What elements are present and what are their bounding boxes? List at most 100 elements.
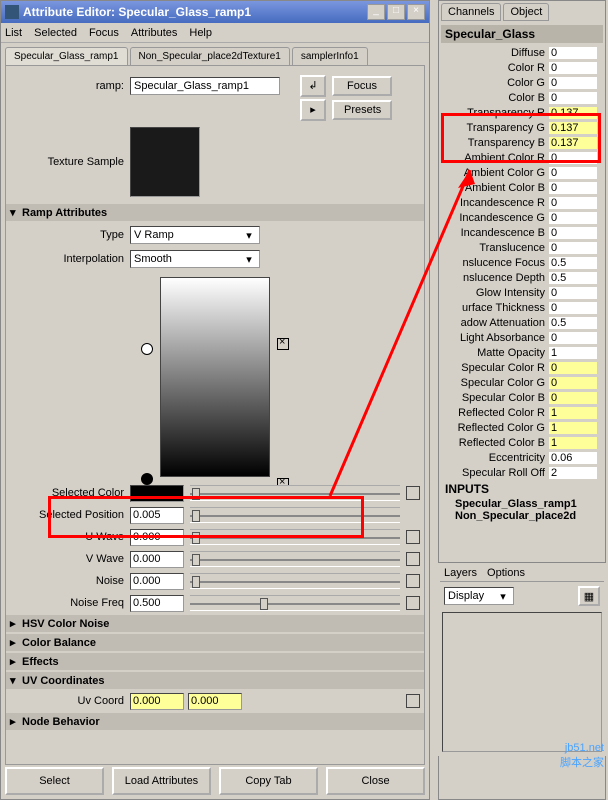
menu-selected[interactable]: Selected (34, 27, 77, 39)
channel-value[interactable]: 0.137 (549, 107, 597, 119)
tab-place2d[interactable]: Non_Specular_place2dTexture1 (130, 47, 290, 65)
map-button[interactable] (406, 552, 420, 566)
vwave-slider[interactable] (190, 551, 400, 567)
selected-color-swatch[interactable] (130, 485, 184, 502)
map-button[interactable] (406, 486, 420, 500)
ramp-label: ramp: (10, 80, 130, 92)
channel-value[interactable]: 0 (549, 62, 597, 74)
channel-value[interactable]: 0 (549, 152, 597, 164)
menu-help[interactable]: Help (189, 27, 212, 39)
channel-value[interactable]: 2 (549, 467, 597, 479)
maximize-button[interactable]: □ (387, 4, 405, 20)
menu-attributes[interactable]: Attributes (131, 27, 177, 39)
minimize-button[interactable]: _ (367, 4, 385, 20)
channel-value[interactable]: 0 (549, 302, 597, 314)
channel-value[interactable]: 0 (549, 92, 597, 104)
channel-value[interactable]: 0 (549, 167, 597, 179)
selected-color-slider[interactable] (190, 485, 400, 501)
options-tab[interactable]: Options (487, 567, 525, 579)
tab-sampler[interactable]: samplerInfo1 (292, 47, 368, 65)
uwave-slider[interactable] (190, 529, 400, 545)
go-input-icon[interactable]: ↲ (300, 75, 326, 97)
channel-value[interactable]: 0 (549, 392, 597, 404)
channel-value[interactable]: 0 (549, 212, 597, 224)
channel-value[interactable]: 0 (549, 197, 597, 209)
layers-list[interactable] (442, 612, 602, 752)
menu-list[interactable]: List (5, 27, 22, 39)
ramp-attributes-header[interactable]: ▾Ramp Attributes (6, 204, 424, 221)
interpolation-dropdown[interactable]: Smooth▾ (130, 250, 260, 268)
presets-button[interactable]: Presets (332, 100, 392, 120)
ramp-handle-circle-bottom[interactable] (141, 473, 153, 485)
ramp-handle-delete-icon[interactable] (277, 338, 289, 350)
copy-tab-button[interactable]: Copy Tab (219, 767, 318, 795)
channel-node-header[interactable]: Specular_Glass (441, 25, 603, 43)
ramp-name-field[interactable] (130, 77, 280, 95)
uvcoord-label: Uv Coord (10, 695, 130, 707)
focus-button[interactable]: Focus (332, 76, 392, 96)
channel-value[interactable]: 0 (549, 362, 597, 374)
noisefreq-slider[interactable] (190, 595, 400, 611)
channel-value[interactable]: 1 (549, 422, 597, 434)
uwave-field[interactable] (130, 529, 184, 546)
selected-position-label: Selected Position (10, 509, 130, 521)
channel-row: nslucence Depth0.5 (439, 270, 605, 285)
channel-value[interactable]: 0.137 (549, 137, 597, 149)
display-dropdown[interactable]: Display▾ (444, 587, 514, 605)
channel-value[interactable]: 0 (549, 287, 597, 299)
input-node-2[interactable]: Non_Specular_place2d (439, 510, 605, 522)
channel-label: adow Attenuation (439, 317, 549, 329)
load-attributes-button[interactable]: Load Attributes (112, 767, 211, 795)
channel-value[interactable]: 0 (549, 227, 597, 239)
map-button[interactable] (406, 530, 420, 544)
channel-value[interactable]: 0.5 (549, 317, 597, 329)
channel-value[interactable]: 0 (549, 377, 597, 389)
layers-tab[interactable]: Layers (444, 567, 477, 579)
hsv-noise-header[interactable]: ▸HSV Color Noise (6, 615, 424, 632)
titlebar[interactable]: Attribute Editor: Specular_Glass_ramp1 _… (1, 1, 429, 23)
channel-value[interactable]: 0.06 (549, 452, 597, 464)
noise-slider[interactable] (190, 573, 400, 589)
channel-value[interactable]: 1 (549, 437, 597, 449)
map-button[interactable] (406, 694, 420, 708)
map-button[interactable] (406, 574, 420, 588)
channel-value[interactable]: 1 (549, 347, 597, 359)
channel-label: Translucence (439, 242, 549, 254)
channel-value[interactable]: 0 (549, 77, 597, 89)
channel-value[interactable]: 0 (549, 182, 597, 194)
channel-value[interactable]: 0 (549, 332, 597, 344)
noise-field[interactable] (130, 573, 184, 590)
ramp-handle-circle[interactable] (141, 343, 153, 355)
channel-value[interactable]: 0.5 (549, 257, 597, 269)
new-layer-icon[interactable]: ▦ (578, 586, 600, 606)
channel-value[interactable]: 0 (549, 242, 597, 254)
uv-coordinates-header[interactable]: ▾UV Coordinates (6, 672, 424, 689)
ramp-gradient[interactable] (160, 277, 270, 477)
noisefreq-field[interactable] (130, 595, 184, 612)
menu-focus[interactable]: Focus (89, 27, 119, 39)
channel-label: Transparency R (439, 107, 549, 119)
select-button[interactable]: Select (5, 767, 104, 795)
close-button[interactable]: × (407, 4, 425, 20)
input-node-1[interactable]: Specular_Glass_ramp1 (439, 498, 605, 510)
node-behavior-header[interactable]: ▸Node Behavior (6, 713, 424, 730)
texture-sample-swatch[interactable] (130, 127, 200, 197)
type-dropdown[interactable]: V Ramp▾ (130, 226, 260, 244)
close-editor-button[interactable]: Close (326, 767, 425, 795)
channel-value[interactable]: 1 (549, 407, 597, 419)
object-tab[interactable]: Object (503, 3, 549, 21)
selected-position-field[interactable] (130, 507, 184, 524)
channels-tab[interactable]: Channels (441, 3, 501, 21)
uvcoord-u-field[interactable] (130, 693, 184, 710)
vwave-field[interactable] (130, 551, 184, 568)
map-button[interactable] (406, 596, 420, 610)
effects-header[interactable]: ▸Effects (6, 653, 424, 670)
tab-ramp1[interactable]: Specular_Glass_ramp1 (5, 47, 128, 65)
color-balance-header[interactable]: ▸Color Balance (6, 634, 424, 651)
channel-value[interactable]: 0.137 (549, 122, 597, 134)
uvcoord-v-field[interactable] (188, 693, 242, 710)
channel-value[interactable]: 0.5 (549, 272, 597, 284)
go-output-icon[interactable]: ▸ (300, 99, 326, 121)
selected-position-slider[interactable] (190, 507, 400, 523)
channel-value[interactable]: 0 (549, 47, 597, 59)
